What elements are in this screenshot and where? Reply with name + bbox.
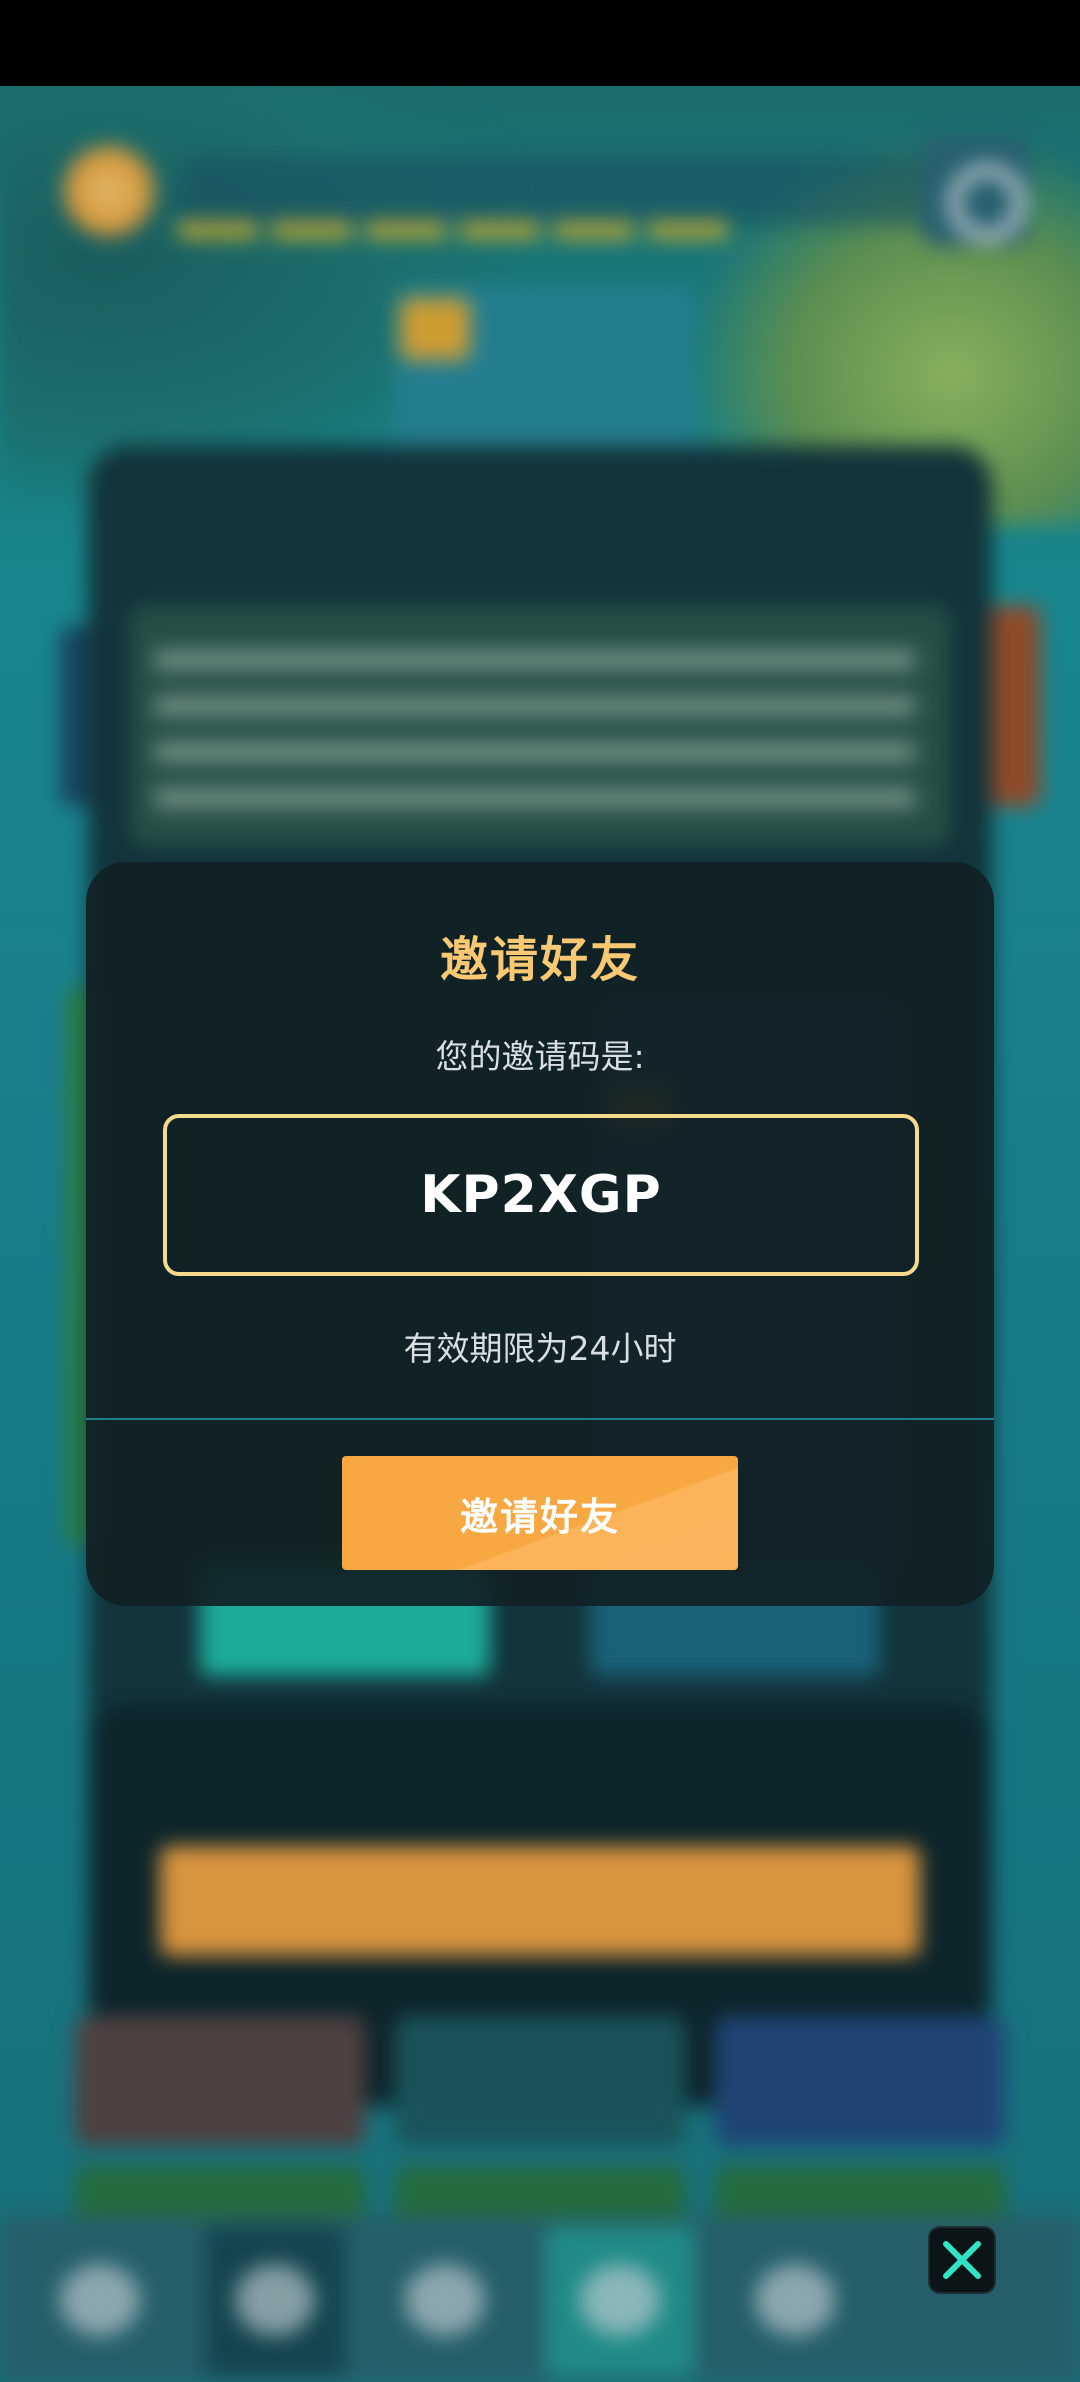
- invite-code-box[interactable]: KP2XGP: [163, 1114, 919, 1276]
- close-button[interactable]: [928, 2226, 996, 2294]
- invite-code-value: KP2XGP: [420, 1165, 662, 1225]
- close-icon: [943, 2241, 981, 2279]
- dialog-title: 邀请好友: [439, 932, 640, 988]
- invite-friend-dialog: 邀请好友 您的邀请码是: KP2XGP 有效期限为24小时 邀请好友: [86, 862, 994, 1606]
- dialog-divider: [86, 1418, 994, 1420]
- status-bar: [0, 0, 1080, 86]
- invite-friend-button[interactable]: 邀请好友: [342, 1456, 738, 1570]
- expiry-note: 有效期限为24小时: [403, 1329, 677, 1368]
- invite-code-prompt: 您的邀请码是:: [435, 1037, 645, 1076]
